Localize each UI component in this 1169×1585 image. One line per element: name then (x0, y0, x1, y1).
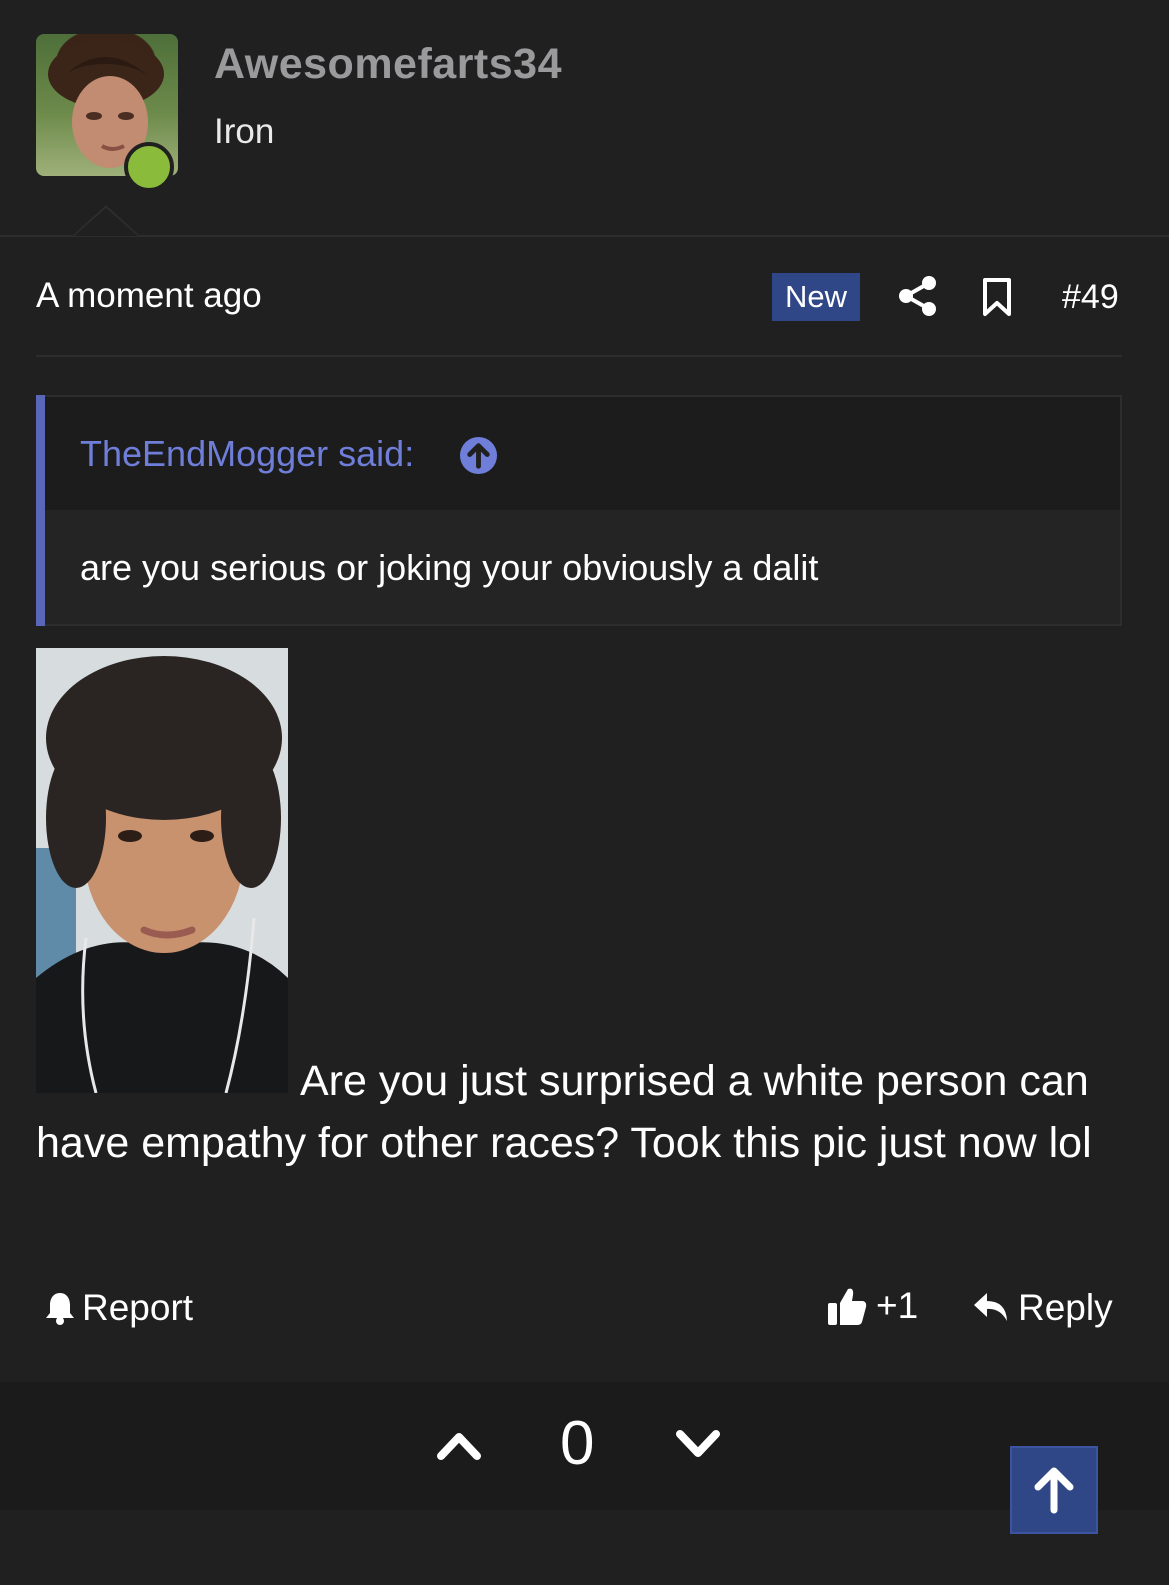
downvote-chevron-icon[interactable] (675, 1424, 721, 1464)
post-photo[interactable] (36, 648, 288, 1093)
reply-button[interactable]: Reply (972, 1287, 1113, 1329)
report-button[interactable]: Report (44, 1287, 193, 1329)
bell-icon (46, 1293, 74, 1325)
meta-divider (36, 355, 1122, 357)
post-body: Are you just surprised a white person ca… (36, 1050, 1126, 1174)
online-status-indicator (124, 142, 174, 192)
share-icon[interactable] (896, 275, 940, 317)
quote-text: are you serious or joking your obviously… (80, 547, 819, 588)
arrow-up-icon (1034, 1467, 1074, 1514)
post-number-link[interactable]: #49 (1062, 278, 1119, 317)
user-rank: Iron (214, 112, 275, 151)
upvote-chevron-icon[interactable] (436, 1424, 482, 1464)
reply-label: Reply (1018, 1287, 1113, 1328)
report-label: Report (82, 1287, 194, 1328)
post-text: Are you just surprised a white person ca… (36, 1057, 1092, 1167)
quote-accent-bar (36, 395, 45, 626)
go-to-quoted-post-icon[interactable] (459, 436, 498, 475)
scroll-to-top-button[interactable] (1010, 1446, 1098, 1534)
reply-icon (974, 1293, 1007, 1321)
vote-count: 0 (560, 1409, 595, 1478)
thumbs-up-icon (828, 1288, 867, 1325)
header-pointer-fill (74, 208, 138, 236)
like-button[interactable]: +1 (826, 1285, 918, 1327)
like-count: +1 (876, 1285, 919, 1326)
quote-author-link[interactable]: TheEndMogger said: (80, 433, 414, 475)
post-timestamp[interactable]: A moment ago (36, 276, 262, 316)
header-divider (0, 235, 1169, 237)
bookmark-icon[interactable] (980, 277, 1014, 317)
username[interactable]: Awesomefarts34 (214, 40, 562, 89)
new-badge: New (772, 273, 860, 321)
